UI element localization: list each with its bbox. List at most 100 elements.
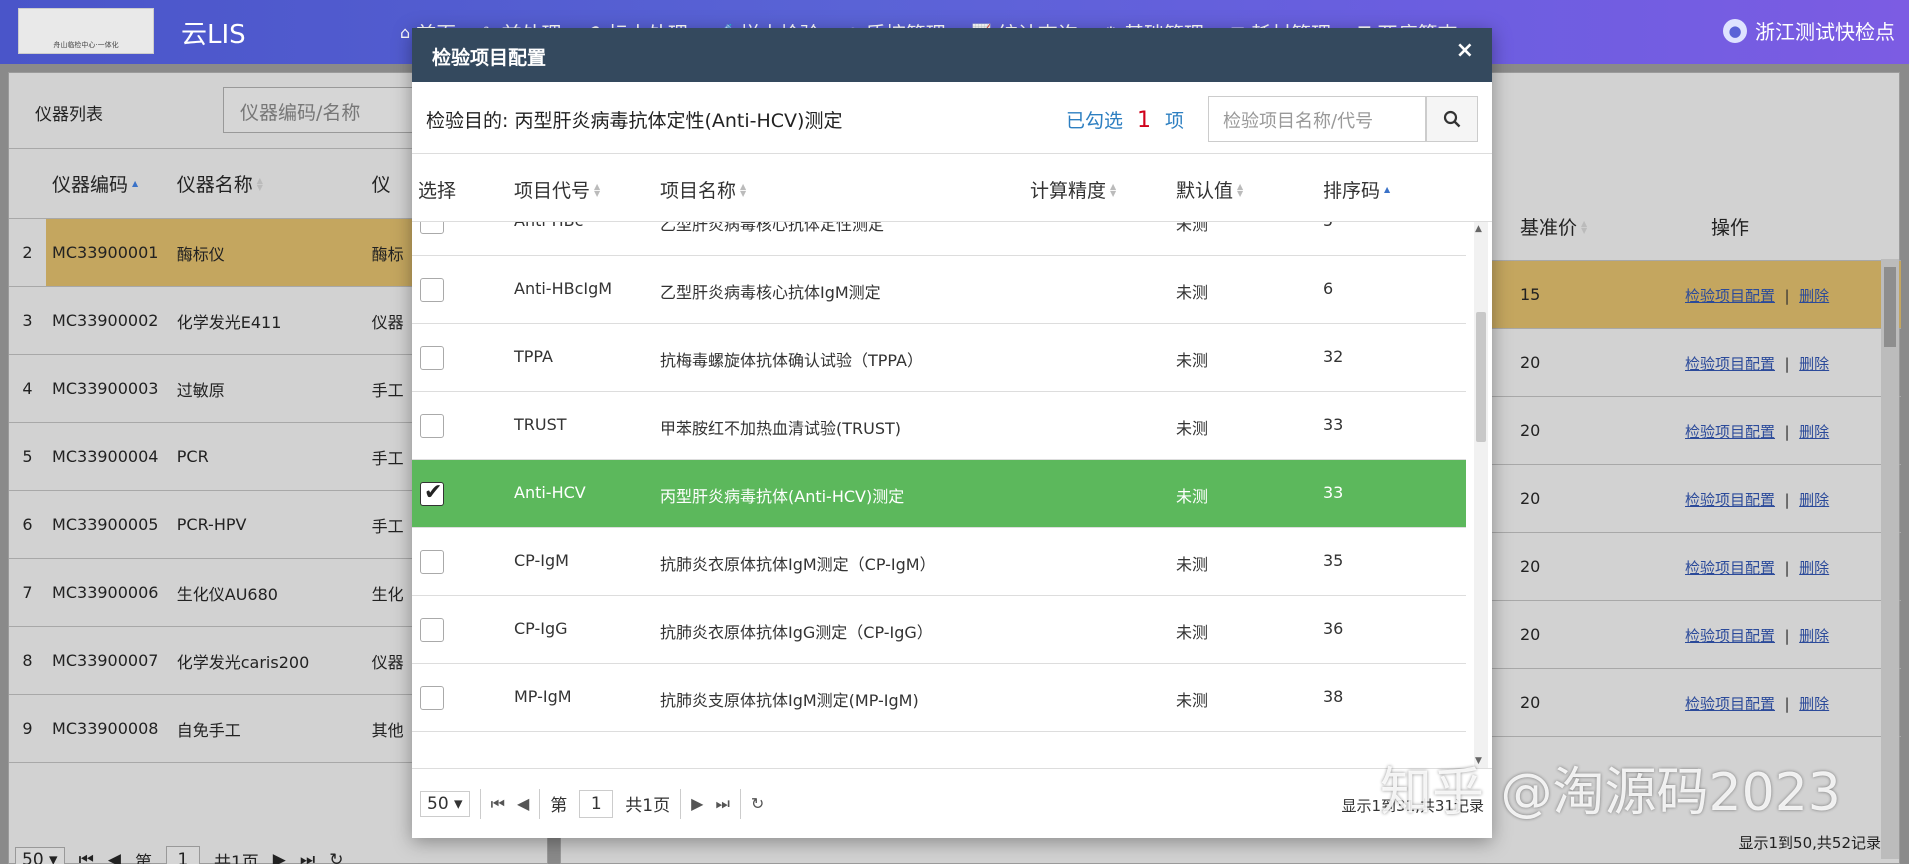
config-items-link[interactable]: 检验项目配置 bbox=[1685, 695, 1775, 713]
next-page-icon[interactable]: ▶ bbox=[273, 850, 286, 864]
item-order: 6 bbox=[1323, 279, 1334, 298]
item-search-input[interactable]: 检验项目名称/代号 bbox=[1208, 96, 1426, 142]
instrument-code: MC33900005 bbox=[52, 515, 159, 534]
prev-page-icon[interactable]: ◀ bbox=[108, 850, 121, 864]
row-index: 4 bbox=[22, 379, 33, 398]
delete-link[interactable]: 删除 bbox=[1799, 627, 1829, 645]
modal-header: 检验项目配置 × bbox=[412, 28, 1492, 82]
item-default: 未测 bbox=[1176, 691, 1209, 710]
test-item-row[interactable]: MP-IgM 抗肺炎支原体抗体IgM测定(MP-IgM) 未测 38 bbox=[412, 664, 1466, 732]
delete-link[interactable]: 删除 bbox=[1799, 695, 1829, 713]
col-item-code[interactable]: 项目代号 ▲ ▼ bbox=[514, 176, 600, 203]
modal-prev-page-icon[interactable]: ◀ bbox=[517, 794, 529, 813]
delete-link[interactable]: 删除 bbox=[1799, 491, 1829, 509]
refresh-icon[interactable]: ↻ bbox=[329, 850, 343, 864]
select-checkbox[interactable] bbox=[420, 618, 444, 642]
instrument-name: PCR bbox=[176, 447, 209, 466]
last-page-icon[interactable]: ⏭ bbox=[300, 850, 315, 864]
modal-refresh-icon[interactable]: ↻ bbox=[751, 794, 764, 813]
item-config-modal: 检验项目配置 × 检验目的: 丙型肝炎病毒抗体定性(Anti-HCV)测定 已勾… bbox=[412, 28, 1492, 838]
item-panel-scrollbar[interactable] bbox=[1881, 259, 1899, 859]
col-instrument-name[interactable]: 仪器名称 ▲ ▼ bbox=[177, 170, 372, 197]
col-select: 选择 bbox=[418, 180, 457, 202]
item-name: 乙型肝炎病毒核心抗体IgM测定 bbox=[660, 283, 881, 302]
item-name: 抗梅毒螺旋体抗体确认试验（TPPA） bbox=[660, 351, 923, 370]
item-code: CP-IgG bbox=[514, 619, 568, 638]
test-item-row[interactable]: Anti-HBc 乙型肝炎病毒核心抗体定性测定 未测 5 bbox=[412, 222, 1466, 256]
select-checkbox[interactable]: ✔ bbox=[420, 480, 444, 506]
modal-info-bar: 检验目的: 丙型肝炎病毒抗体定性(Anti-HCV)测定 已勾选 1 项 检验项… bbox=[412, 82, 1492, 154]
instrument-name: 酶标仪 bbox=[176, 219, 372, 286]
modal-page-size-select[interactable]: 50 ▾ bbox=[420, 790, 470, 817]
select-checkbox[interactable] bbox=[420, 686, 444, 710]
logo-text: 舟山临检中心·一体化 bbox=[53, 41, 119, 49]
item-code: MP-IgM bbox=[514, 687, 572, 706]
col-item-name[interactable]: 项目名称 ▲ ▼ bbox=[660, 176, 746, 203]
test-item-row[interactable]: ✔ Anti-HCV 丙型肝炎病毒抗体(Anti-HCV)测定 未测 33 bbox=[412, 460, 1466, 528]
modal-next-page-icon[interactable]: ▶ bbox=[691, 794, 703, 813]
col-order[interactable]: 排序码 ▲ bbox=[1323, 176, 1390, 203]
config-items-link[interactable]: 检验项目配置 bbox=[1685, 559, 1775, 577]
row-actions: 检验项目配置 | 删除 bbox=[1685, 695, 1830, 713]
first-page-icon[interactable]: ⏮ bbox=[79, 850, 94, 864]
search-button[interactable] bbox=[1426, 96, 1478, 142]
delete-link[interactable]: 删除 bbox=[1799, 559, 1829, 577]
user-menu[interactable]: ● 浙江测试快检点 bbox=[1723, 16, 1895, 45]
delete-link[interactable]: 删除 bbox=[1799, 423, 1829, 441]
col-default[interactable]: 默认值 ▲ ▼ bbox=[1176, 176, 1243, 203]
config-items-link[interactable]: 检验项目配置 bbox=[1685, 287, 1775, 305]
modal-scrollbar[interactable]: ▲ ▼ bbox=[1474, 222, 1488, 768]
modal-last-page-icon[interactable]: ⏭ bbox=[715, 794, 729, 814]
check-icon: ✔ bbox=[424, 480, 443, 505]
test-item-row[interactable]: CP-IgM 抗肺炎衣原体抗体IgM测定（CP-IgM） 未测 35 bbox=[412, 528, 1466, 596]
instrument-name: 自免手工 bbox=[176, 720, 241, 740]
modal-page-prefix: 第 bbox=[550, 796, 568, 816]
row-index: 5 bbox=[22, 447, 33, 466]
page-size-select[interactable]: 50 ▾ bbox=[15, 847, 65, 864]
config-items-link[interactable]: 检验项目配置 bbox=[1685, 355, 1775, 373]
instrument-list-title: 仪器列表 bbox=[35, 105, 103, 125]
select-checkbox[interactable] bbox=[420, 414, 444, 438]
config-items-link[interactable]: 检验项目配置 bbox=[1685, 491, 1775, 509]
base-price: 20 bbox=[1520, 693, 1541, 712]
page-number-input[interactable]: 1 bbox=[165, 846, 200, 864]
select-checkbox[interactable] bbox=[420, 222, 444, 234]
delete-link[interactable]: 删除 bbox=[1799, 355, 1829, 373]
col-operations: 操作 bbox=[1711, 217, 1750, 239]
select-checkbox[interactable] bbox=[420, 550, 444, 574]
row-index: 8 bbox=[22, 651, 33, 670]
instrument-code: MC33900007 bbox=[52, 651, 159, 670]
select-checkbox[interactable] bbox=[420, 278, 444, 302]
row-actions: 检验项目配置 | 删除 bbox=[1685, 355, 1830, 373]
item-default: 未测 bbox=[1176, 351, 1209, 370]
watermark: 知乎 @淘源码2023 bbox=[1380, 763, 1841, 823]
row-index: 7 bbox=[22, 583, 33, 602]
selected-count: 已勾选 1 项 bbox=[1066, 108, 1185, 133]
modal-close-button[interactable]: × bbox=[1456, 38, 1474, 63]
row-index: 9 bbox=[22, 719, 33, 738]
col-precision[interactable]: 计算精度 ▲ ▼ bbox=[1030, 176, 1116, 203]
base-price: 15 bbox=[1520, 285, 1541, 304]
test-item-row[interactable]: TPPA 抗梅毒螺旋体抗体确认试验（TPPA） 未测 32 bbox=[412, 324, 1466, 392]
modal-first-page-icon[interactable]: ⏮ bbox=[491, 794, 505, 814]
test-item-row[interactable]: CP-IgG 抗肺炎衣原体抗体IgG测定（CP-IgG） 未测 36 bbox=[412, 596, 1466, 664]
test-item-row[interactable]: TRUST 甲苯胺红不加热血清试验(TRUST) 未测 33 bbox=[412, 392, 1466, 460]
instrument-name: 化学发光E411 bbox=[176, 312, 282, 332]
test-item-row[interactable]: Anti-HBcIgM 乙型肝炎病毒核心抗体IgM测定 未测 6 bbox=[412, 256, 1466, 324]
logo: 舟山临检中心·一体化 bbox=[18, 8, 154, 54]
user-avatar-icon: ● bbox=[1723, 18, 1747, 43]
select-checkbox[interactable] bbox=[420, 346, 444, 370]
item-order: 33 bbox=[1323, 483, 1344, 502]
config-items-link[interactable]: 检验项目配置 bbox=[1685, 423, 1775, 441]
col-base-price[interactable]: 基准价 ▲ ▼ bbox=[1520, 213, 1587, 240]
col-instrument-code[interactable]: 仪器编码 ▲ bbox=[46, 170, 177, 197]
instrument-code: MC33900004 bbox=[52, 447, 159, 466]
config-items-link[interactable]: 检验项目配置 bbox=[1685, 627, 1775, 645]
instrument-code: MC33900001 bbox=[46, 219, 177, 286]
modal-page-number-input[interactable]: 1 bbox=[579, 789, 614, 818]
instrument-name: PCR-HPV bbox=[176, 515, 247, 534]
instrument-code: MC33900002 bbox=[52, 311, 159, 330]
item-name: 乙型肝炎病毒核心抗体定性测定 bbox=[660, 222, 885, 234]
delete-link[interactable]: 删除 bbox=[1799, 287, 1829, 305]
item-order: 36 bbox=[1323, 619, 1344, 638]
